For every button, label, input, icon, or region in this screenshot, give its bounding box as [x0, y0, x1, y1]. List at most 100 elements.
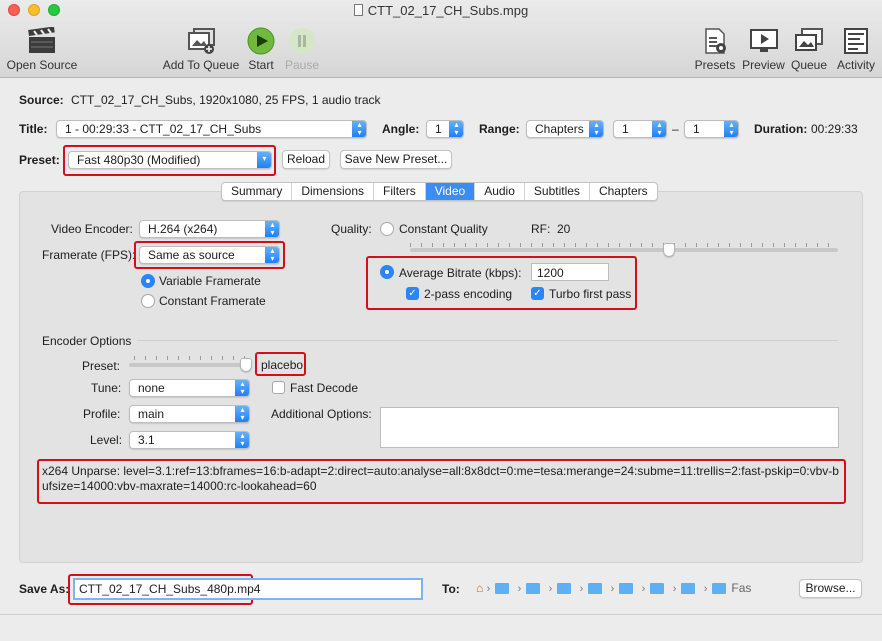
queue-button[interactable]: Queue — [789, 26, 829, 72]
profile-select[interactable]: main ▴ ▾ — [129, 405, 250, 423]
duration-label: Duration: — [754, 122, 808, 136]
variable-framerate-radio[interactable] — [141, 274, 155, 288]
activity-button[interactable]: Activity — [833, 26, 879, 72]
encoder-preset-ticks — [134, 356, 249, 360]
open-source-label: Open Source — [6, 58, 78, 72]
preset-label: Preset: — [19, 153, 60, 167]
duration-value: 00:29:33 — [811, 122, 858, 136]
encoder-preset-knob[interactable] — [240, 358, 252, 372]
play-icon — [247, 27, 275, 55]
chevron-updown-icon: ▴ ▾ — [235, 432, 249, 448]
two-pass-checkbox[interactable]: ✓ — [406, 287, 419, 300]
activity-label: Activity — [836, 58, 875, 72]
framerate-select[interactable]: Same as source ▴ ▾ — [139, 246, 280, 264]
path-tail: Fas — [731, 581, 752, 595]
title-select[interactable]: 1 - 00:29:33 - CTT_02_17_CH_Subs ▴ ▾ — [56, 120, 367, 138]
tab-video[interactable]: Video — [425, 183, 476, 200]
framerate-label: Framerate (FPS): — [42, 248, 136, 262]
tab-subtitles[interactable]: Subtitles — [525, 183, 590, 200]
tab-dimensions[interactable]: Dimensions — [292, 183, 375, 200]
save-new-preset-button[interactable]: Save New Preset... — [340, 150, 452, 169]
clapperboard-icon — [28, 27, 55, 53]
save-as-input[interactable]: CTT_02_17_CH_Subs_480p.mp4 — [73, 578, 423, 600]
pause-label: Pause — [284, 58, 320, 72]
tab-bar: Summary Dimensions Filters Video Audio S… — [221, 182, 658, 201]
range-end-value: 1 — [693, 122, 700, 136]
pause-button[interactable]: Pause — [283, 26, 321, 72]
level-label: Level: — [90, 433, 123, 447]
folder-icon — [619, 583, 634, 595]
add-to-queue-button[interactable]: Add To Queue — [162, 26, 240, 72]
range-type-value: Chapters — [535, 122, 584, 136]
presets-button[interactable]: Presets — [693, 26, 737, 72]
profile-value: main — [138, 407, 165, 421]
level-select[interactable]: 3.1 ▴ ▾ — [129, 431, 250, 449]
start-label: Start — [248, 58, 274, 72]
chevron-right-icon: › — [486, 582, 491, 595]
chevron-right-icon: › — [579, 582, 584, 595]
turbo-first-pass-checkbox[interactable]: ✓ — [531, 287, 544, 300]
chevron-right-icon: › — [672, 582, 677, 595]
tune-select[interactable]: none ▴ ▾ — [129, 379, 250, 397]
rf-label: RF: — [531, 222, 551, 236]
tab-filters[interactable]: Filters — [374, 183, 426, 200]
range-dash: – — [672, 122, 679, 136]
source-label: Source: — [19, 93, 64, 107]
video-encoder-select[interactable]: H.264 (x264) ▴ ▾ — [139, 220, 280, 238]
range-type-select[interactable]: Chapters ▴ ▾ — [526, 120, 604, 138]
presets-icon — [705, 28, 726, 54]
constant-quality-radio[interactable] — [380, 222, 394, 236]
open-source-button[interactable]: Open Source — [6, 26, 78, 72]
add-to-queue-label: Add To Queue — [162, 58, 240, 72]
chevron-updown-icon: ▴ ▾ — [235, 380, 249, 396]
fast-decode-label: Fast Decode — [290, 381, 359, 395]
constant-framerate-label: Constant Framerate — [159, 294, 266, 308]
window-title-text: CTT_02_17_CH_Subs.mpg — [367, 3, 529, 18]
level-value: 3.1 — [138, 433, 155, 447]
encoder-preset-slider[interactable] — [129, 363, 250, 367]
tab-audio[interactable]: Audio — [475, 183, 525, 200]
queue-label: Queue — [790, 58, 828, 72]
angle-select[interactable]: 1 ▴ ▾ — [426, 120, 464, 138]
bitrate-input[interactable]: 1200 — [531, 263, 609, 281]
preview-icon — [749, 29, 778, 52]
framerate-value: Same as source — [148, 248, 235, 262]
chevron-right-icon: › — [517, 582, 522, 595]
fast-decode-checkbox[interactable] — [272, 381, 285, 394]
constant-framerate-radio[interactable] — [141, 294, 155, 308]
tab-chapters[interactable]: Chapters — [590, 183, 657, 200]
destination-path[interactable]: ⌂ › › › › › › › › Fas — [476, 581, 751, 595]
quality-slider-knob[interactable] — [663, 243, 675, 257]
folder-icon — [681, 583, 696, 595]
preset-select[interactable]: Fast 480p30 (Modified) ▾ — [68, 151, 272, 169]
turbo-first-pass-label: Turbo first pass — [549, 287, 632, 301]
reload-button[interactable]: Reload — [282, 150, 330, 169]
chevron-right-icon: › — [610, 582, 615, 595]
title-label: Title: — [19, 122, 48, 136]
range-start-select[interactable]: 1 ▴ ▾ — [613, 120, 667, 138]
preset-select-value: Fast 480p30 (Modified) — [77, 153, 201, 167]
preview-button[interactable]: Preview — [741, 26, 786, 72]
add-to-queue-icon — [188, 28, 215, 54]
save-as-label: Save As: — [19, 582, 70, 596]
browse-button[interactable]: Browse... — [799, 579, 862, 598]
home-icon: ⌂ — [476, 581, 484, 595]
tune-label: Tune: — [91, 381, 122, 395]
encoder-options-divider — [137, 340, 838, 341]
chevron-updown-icon: ▴ ▾ — [449, 121, 463, 137]
average-bitrate-radio[interactable] — [380, 265, 394, 279]
additional-options-input[interactable] — [380, 407, 839, 448]
encoder-preset-label: Preset: — [82, 359, 121, 373]
tab-summary[interactable]: Summary — [222, 183, 293, 200]
quality-slider[interactable] — [410, 248, 838, 252]
range-end-select[interactable]: 1 ▴ ▾ — [684, 120, 739, 138]
chevron-updown-icon: ▴ ▾ — [724, 121, 738, 137]
angle-label: Angle: — [382, 122, 420, 136]
two-pass-label: 2-pass encoding — [424, 287, 513, 301]
start-button[interactable]: Start — [244, 26, 278, 72]
to-label: To: — [442, 582, 460, 596]
average-bitrate-label: Average Bitrate (kbps): — [399, 266, 522, 280]
video-encoder-label: Video Encoder: — [51, 222, 133, 236]
folder-icon — [650, 583, 665, 595]
range-start-value: 1 — [622, 122, 629, 136]
